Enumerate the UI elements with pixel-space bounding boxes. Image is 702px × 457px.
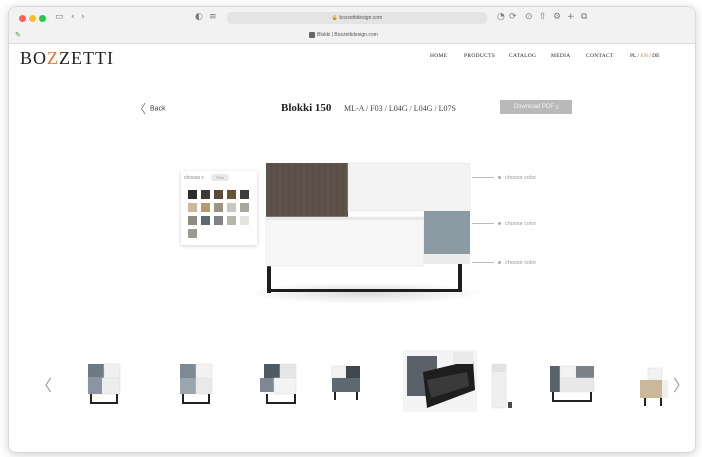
gallery-thumbnail[interactable] (328, 364, 364, 409)
color-swatch[interactable] (214, 216, 223, 225)
gallery-thumbnail[interactable] (176, 362, 216, 411)
nav-media[interactable]: MEDIA (551, 53, 571, 59)
lock-icon: 🔒 (331, 15, 339, 21)
picker-pill[interactable]: Pick (211, 174, 229, 181)
color-swatch[interactable] (227, 203, 236, 212)
forward-arrow-icon[interactable]: › (81, 12, 85, 22)
hotspot-dot-icon (498, 176, 501, 180)
color-swatch[interactable] (240, 216, 249, 225)
active-tab[interactable]: Blokki | Bozzettidesign.com (309, 30, 378, 40)
gallery-thumbnail[interactable] (490, 362, 514, 415)
color-picker-popup: choose c Pick (181, 171, 257, 245)
color-swatch[interactable] (201, 190, 210, 199)
language-switcher: PL / EN / DE (630, 53, 659, 59)
download-pdf-button[interactable]: Download PDF ⤓ (500, 100, 572, 114)
nav-contact[interactable]: CONTACT (586, 53, 614, 59)
color-swatch[interactable] (214, 190, 223, 199)
door-gap (266, 217, 424, 220)
gallery-thumbnail[interactable] (548, 362, 598, 411)
leader-line (472, 177, 494, 179)
cabinet-bottom-left-door[interactable] (265, 216, 425, 267)
color-swatch[interactable] (214, 203, 223, 212)
chevron-left-icon: 〈 (134, 102, 147, 116)
nav-home[interactable]: HOME (430, 53, 447, 59)
address-bar[interactable]: 🔒 bozzettidesign.com (227, 12, 487, 24)
color-swatch[interactable] (188, 203, 197, 212)
refresh-icon[interactable]: ⟳ (509, 12, 517, 22)
gallery-thumbnail[interactable] (636, 364, 670, 413)
site-logo[interactable]: BOZZETTI (20, 48, 114, 69)
url-text: bozzettidesign.com (339, 15, 383, 21)
back-arrow-icon[interactable]: ‹ (71, 12, 75, 22)
color-swatch[interactable] (188, 216, 197, 225)
color-swatch[interactable] (201, 216, 210, 225)
choose-color-middle[interactable]: choose color (472, 221, 536, 227)
color-swatch[interactable] (227, 216, 236, 225)
cabinet-illustration (265, 162, 471, 293)
picker-label: choose c (184, 175, 205, 181)
color-swatch[interactable] (240, 203, 249, 212)
extensions-icon[interactable]: ◔ (497, 12, 505, 22)
logo-text-start: BO (20, 48, 48, 68)
hotspot-dot-icon (498, 261, 501, 265)
close-window-button[interactable] (19, 15, 26, 22)
gallery-thumbnail[interactable] (258, 360, 304, 411)
reader-icon[interactable]: ≡ (209, 12, 217, 22)
choose-color-label: choose color (505, 175, 537, 181)
tabs-overview-icon[interactable]: ⧉ (581, 12, 587, 22)
shield-icon[interactable]: ◐ (195, 12, 203, 22)
gallery-next-icon[interactable]: 〉 (673, 372, 689, 396)
product-title: Blokki 150 (281, 102, 332, 114)
back-label: Back (150, 105, 166, 113)
color-swatch[interactable] (240, 190, 249, 199)
choose-color-top[interactable]: choose color (472, 175, 536, 181)
favicon-icon (309, 31, 315, 38)
cabinet-bottom-right-door[interactable] (424, 211, 470, 254)
new-tab-icon[interactable]: + (567, 12, 575, 22)
download-icon: ⤓ (555, 104, 559, 110)
nav-catalog[interactable]: CATALOG (509, 53, 536, 59)
color-swatch[interactable] (188, 229, 197, 238)
wood-texture (266, 163, 348, 217)
logo-accent-letter: Z (47, 48, 60, 68)
lang-de[interactable]: DE (652, 53, 659, 59)
choose-color-label: choose color (505, 221, 537, 227)
tab-title: Blokki | Bozzettidesign.com (317, 32, 378, 38)
pin-icon: ✎ (15, 32, 21, 39)
back-link[interactable]: 〈 Back (134, 100, 166, 117)
maximize-window-button[interactable] (39, 15, 46, 22)
choose-color-label: choose color (505, 260, 537, 266)
product-codes: ML-A / F03 / L04G / L04G / L07S (344, 104, 457, 113)
download-icon[interactable]: ⊙ (525, 12, 533, 22)
download-pdf-label: Download PDF (513, 104, 555, 110)
settings-icon[interactable]: ⚙ (553, 12, 561, 22)
sidebar-icon[interactable]: ▭ (55, 12, 64, 22)
gallery-prev-icon[interactable]: 〈 (36, 372, 52, 396)
leader-line (472, 223, 494, 225)
cabinet-top-right-door[interactable] (347, 162, 471, 212)
cabinet-leg (267, 289, 462, 292)
color-swatch[interactable] (227, 190, 236, 199)
minimize-window-button[interactable] (29, 15, 36, 22)
browser-toolbar: ▭ ‹ › ◐ ≡ 🔒 bozzettidesign.com ◔ ⟳ ⊙ ⇧ ⚙… (9, 7, 695, 44)
tab-bar: ✎ Blokki | Bozzettidesign.com (9, 28, 695, 42)
lang-en[interactable]: EN (641, 53, 648, 59)
color-swatch[interactable] (201, 203, 210, 212)
leader-line (472, 262, 494, 264)
color-swatch[interactable] (188, 190, 197, 199)
cabinet-side (424, 254, 470, 264)
hotspot-dot-icon (498, 222, 501, 226)
nav-products[interactable]: PRODUCTS (464, 53, 495, 59)
share-icon[interactable]: ⇧ (539, 12, 547, 22)
logo-text-end: ZETTI (59, 48, 114, 68)
gallery-thumbnail[interactable] (84, 362, 124, 411)
gallery-thumbnail[interactable] (403, 350, 477, 417)
choose-color-bottom[interactable]: choose color (472, 260, 536, 266)
